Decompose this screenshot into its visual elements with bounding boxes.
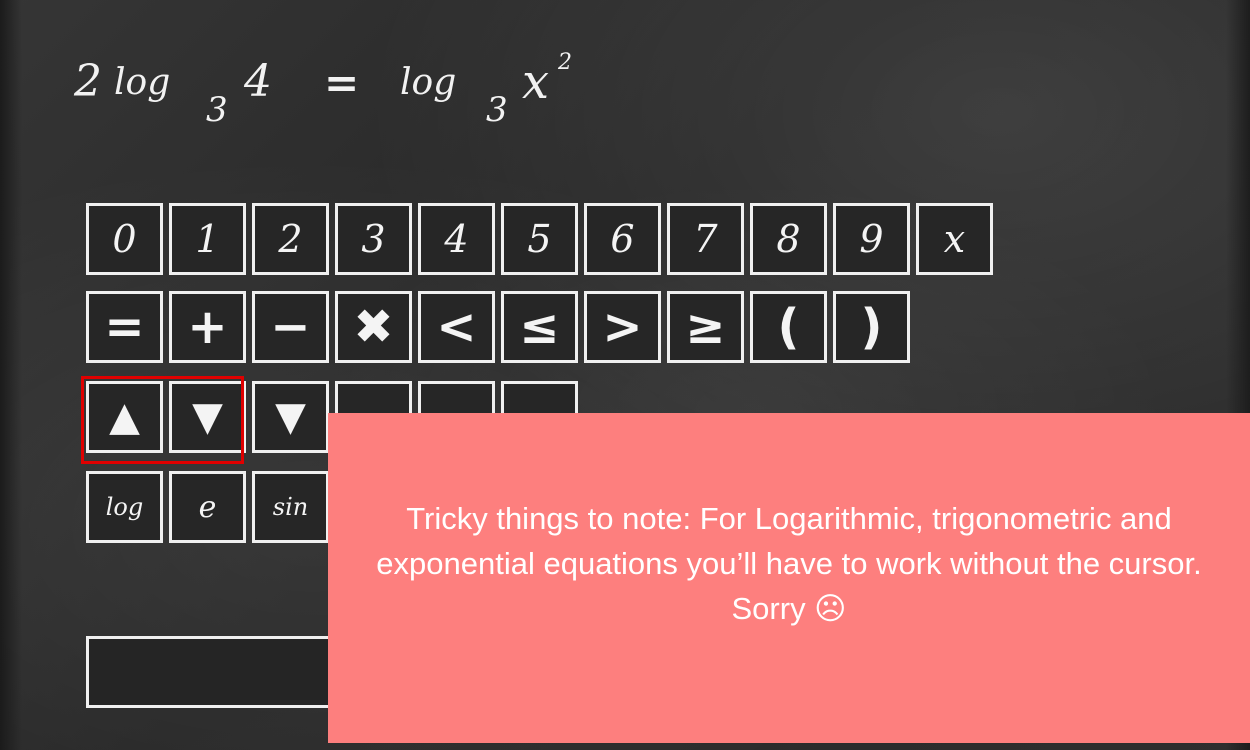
digit-keys-row: 0 1 2 3 4 5 6 7 8 9 x [86, 203, 999, 279]
equation-base-left: 3 [206, 90, 228, 130]
key-less-equal[interactable]: ≤ [501, 291, 578, 363]
key-minus[interactable]: − [252, 291, 329, 363]
key-7[interactable]: 7 [667, 203, 744, 275]
key-greater-than[interactable]: > [584, 291, 661, 363]
key-9[interactable]: 9 [833, 203, 910, 275]
cursor-up-key[interactable]: ▲ [86, 381, 163, 453]
key-greater-equal[interactable]: ≥ [667, 291, 744, 363]
subscript-key[interactable]: ▼ [252, 381, 329, 453]
equation-equals: = [324, 58, 360, 107]
key-6[interactable]: 6 [584, 203, 661, 275]
equation-log-left: log [114, 62, 171, 103]
key-open-paren[interactable]: ( [750, 291, 827, 363]
key-1[interactable]: 1 [169, 203, 246, 275]
key-plus[interactable]: + [169, 291, 246, 363]
key-equals[interactable]: = [86, 291, 163, 363]
key-0[interactable]: 0 [86, 203, 163, 275]
key-4[interactable]: 4 [418, 203, 495, 275]
key-x[interactable]: x [916, 203, 993, 275]
equation-coefficient: 2 [74, 56, 102, 107]
key-5[interactable]: 5 [501, 203, 578, 275]
note-callout: Tricky things to note: For Logarithmic, … [328, 413, 1250, 743]
key-less-than[interactable]: < [418, 291, 495, 363]
key-3[interactable]: 3 [335, 203, 412, 275]
equation-log-right: log [400, 62, 457, 103]
key-close-paren[interactable]: ) [833, 291, 910, 363]
key-2[interactable]: 2 [252, 203, 329, 275]
equation-exponent: 2 [558, 50, 572, 75]
equation-argument: 4 [244, 56, 272, 107]
key-multiply[interactable]: ✖ [335, 291, 412, 363]
key-8[interactable]: 8 [750, 203, 827, 275]
key-e[interactable]: e [169, 471, 246, 543]
equation-base-right: 3 [486, 90, 508, 130]
function-keys-row: log e sin [86, 471, 335, 547]
operator-keys-row: = + − ✖ < ≤ > ≥ ( ) [86, 291, 916, 367]
equation-variable: x [522, 54, 550, 110]
key-sin[interactable]: sin [252, 471, 329, 543]
key-log[interactable]: log [86, 471, 163, 543]
cursor-down-key[interactable]: ▼ [169, 381, 246, 453]
note-text: Tricky things to note: For Logarithmic, … [376, 500, 1202, 626]
